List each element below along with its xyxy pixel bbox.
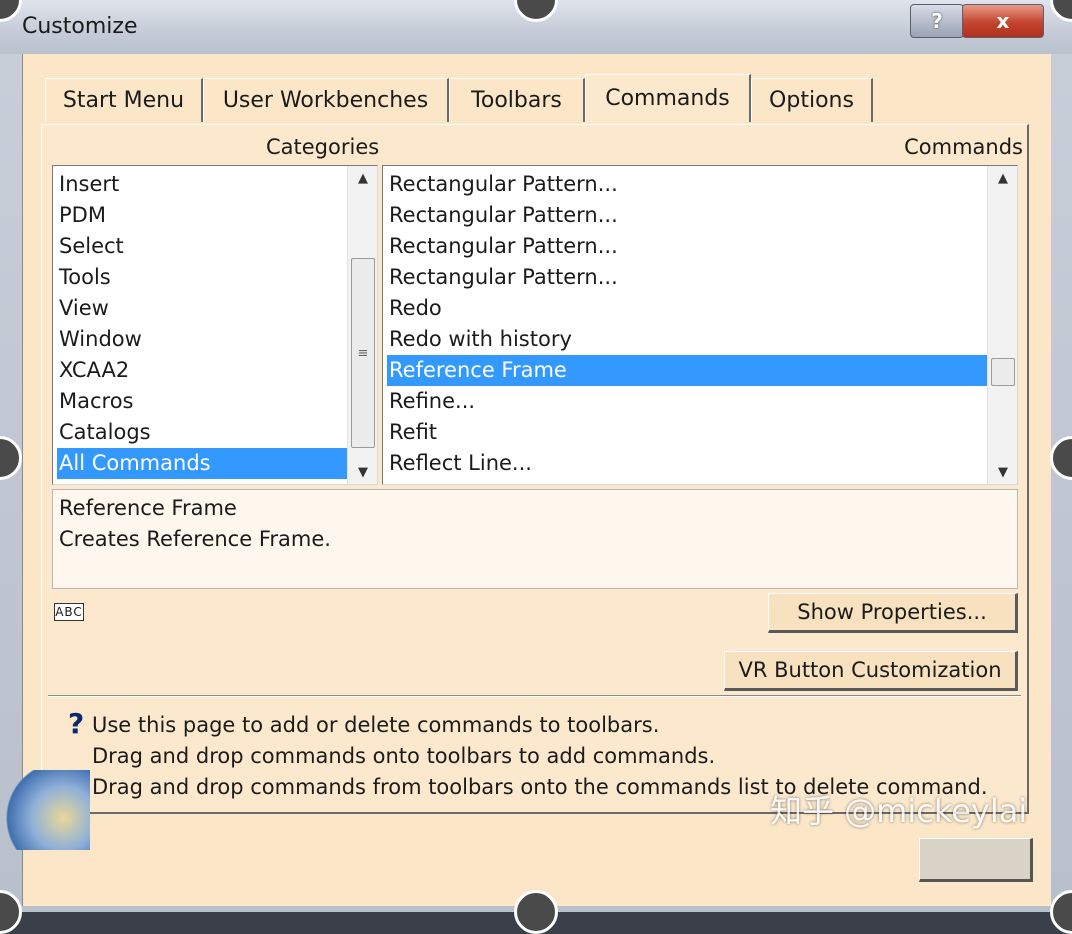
list-item[interactable]: Select bbox=[57, 231, 347, 262]
commands-list[interactable]: Rectangular Pattern... Rectangular Patte… bbox=[382, 165, 1018, 485]
description-name: Reference Frame bbox=[59, 496, 237, 520]
watermark: 知乎 @mickeylai bbox=[770, 792, 1028, 830]
separator bbox=[48, 695, 1021, 697]
list-item-selected[interactable]: All Commands bbox=[57, 448, 347, 479]
list-item[interactable]: Macros bbox=[57, 386, 347, 417]
scroll-down-icon[interactable]: ▼ bbox=[348, 460, 377, 484]
close-button[interactable]: x bbox=[962, 4, 1044, 38]
categories-list[interactable]: Insert PDM Select Tools View Window XCAA… bbox=[52, 165, 378, 485]
close-dialog-button[interactable] bbox=[919, 838, 1033, 882]
list-item[interactable]: XCAA2 bbox=[57, 355, 347, 386]
list-item[interactable]: View bbox=[57, 293, 347, 324]
tab-toolbars[interactable]: Toolbars bbox=[449, 78, 585, 122]
show-properties-button[interactable]: Show Properties... bbox=[768, 593, 1018, 633]
help-text-line: Drag and drop commands onto toolbars to … bbox=[92, 744, 716, 768]
list-item[interactable]: Rectangular Pattern... bbox=[387, 200, 987, 231]
resize-handle[interactable] bbox=[514, 890, 558, 934]
list-item[interactable]: Rectangular Pattern... bbox=[387, 231, 987, 262]
list-item[interactable]: PDM bbox=[57, 200, 347, 231]
vr-button-customization-button[interactable]: VR Button Customization bbox=[724, 651, 1018, 691]
tab-user-workbenches[interactable]: User Workbenches bbox=[203, 78, 449, 122]
list-item[interactable]: Rectangular Pattern... bbox=[387, 262, 987, 293]
commands-header: Commands bbox=[904, 135, 1023, 159]
tab-options[interactable]: Options bbox=[751, 78, 873, 122]
list-item[interactable]: Tools bbox=[57, 262, 347, 293]
list-item[interactable]: Redo with history bbox=[387, 324, 987, 355]
categories-scrollbar[interactable]: ▲ ≡ ▼ bbox=[347, 166, 377, 484]
list-item[interactable]: Rectangular Pattern... bbox=[387, 169, 987, 200]
abc-text-icon[interactable]: ABC bbox=[54, 603, 84, 621]
dialog-client: Start Menu User Workbenches Toolbars Com… bbox=[22, 54, 1051, 906]
commands-panel: Categories Commands Insert PDM Select To… bbox=[41, 124, 1029, 814]
scroll-thumb[interactable] bbox=[991, 358, 1015, 386]
list-item[interactable]: Window bbox=[57, 324, 347, 355]
scroll-up-icon[interactable]: ▲ bbox=[348, 166, 377, 190]
question-mark-icon: ? bbox=[68, 707, 85, 740]
tab-start-menu[interactable]: Start Menu bbox=[45, 78, 203, 122]
list-item[interactable]: Refine... bbox=[387, 386, 987, 417]
scroll-up-icon[interactable]: ▲ bbox=[988, 166, 1017, 190]
list-item[interactable]: Insert bbox=[57, 169, 347, 200]
description-box: Reference Frame Creates Reference Frame. bbox=[52, 489, 1018, 589]
list-item[interactable]: Redo bbox=[387, 293, 987, 324]
list-item-selected[interactable]: Reference Frame bbox=[387, 355, 987, 386]
commands-scrollbar[interactable]: ▲ ▼ bbox=[987, 166, 1017, 484]
list-item[interactable]: Catalogs bbox=[57, 417, 347, 448]
help-button[interactable]: ? bbox=[910, 4, 964, 38]
globe-icon bbox=[0, 770, 90, 850]
scroll-down-icon[interactable]: ▼ bbox=[988, 460, 1017, 484]
tab-commands[interactable]: Commands bbox=[585, 74, 751, 122]
description-text: Creates Reference Frame. bbox=[59, 527, 331, 551]
categories-header: Categories bbox=[266, 135, 380, 159]
list-item[interactable]: Reflect Line... bbox=[387, 448, 987, 479]
window-title: Customize bbox=[22, 14, 138, 39]
dialog-frame: Customize ? x Start Menu User Workbenche… bbox=[0, 0, 1072, 912]
list-item[interactable]: Refit bbox=[387, 417, 987, 448]
help-text-line: Use this page to add or delete commands … bbox=[92, 713, 660, 737]
scroll-thumb[interactable]: ≡ bbox=[351, 258, 375, 448]
